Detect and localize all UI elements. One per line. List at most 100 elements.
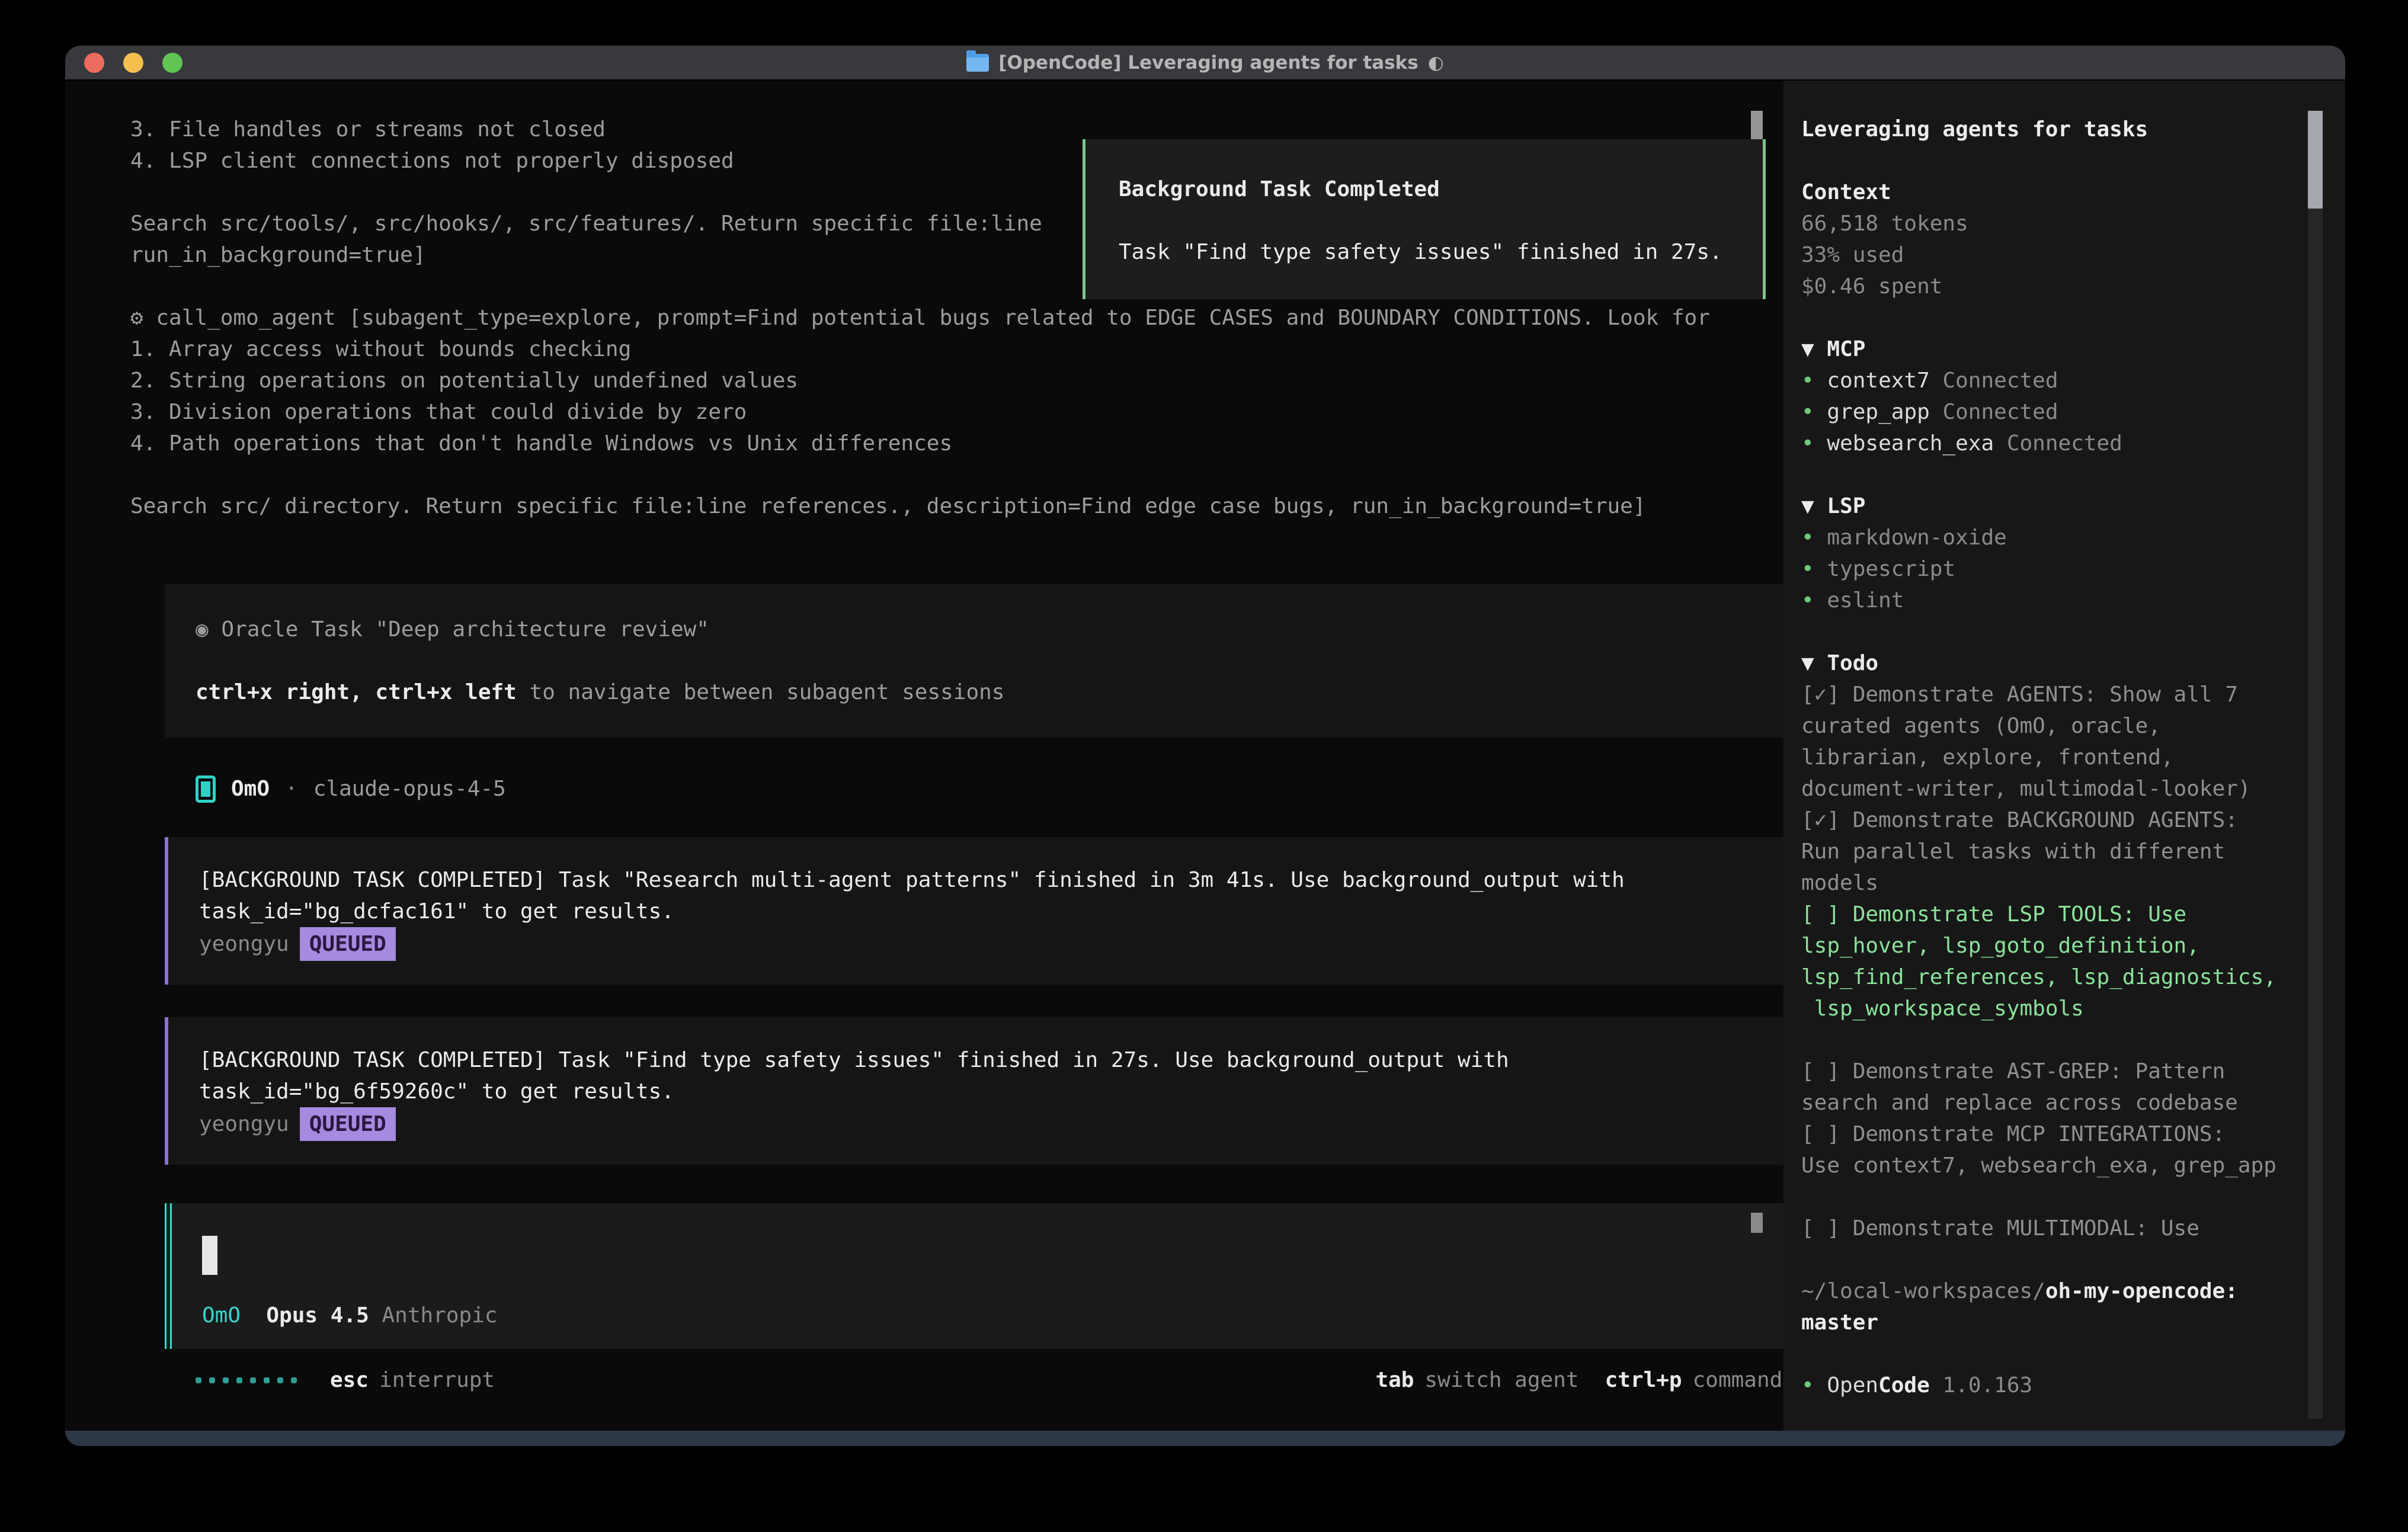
lsp-name: eslint (1827, 588, 1904, 613)
todo-heading[interactable]: ▼ Todo (1801, 648, 2345, 679)
background-task-message[interactable]: [BACKGROUND TASK COMPLETED] Task "Resear… (165, 837, 1808, 985)
lsp-item: • typescript (1801, 553, 2345, 585)
todo-item-line: [ ] Demonstrate MCP INTEGRATIONS: (1801, 1118, 2345, 1150)
esc-label: interrupt (379, 1364, 495, 1396)
oracle-title-line: ◉ Oracle Task "Deep architecture review" (196, 614, 1808, 645)
chat-area: 3. File handles or streams not closed4. … (65, 81, 1763, 1431)
chevron-down-icon[interactable]: ▼ (1801, 494, 1814, 518)
status-dot-icon: • (1801, 431, 1814, 456)
folder-icon (966, 54, 989, 72)
notification-title: Background Task Completed (1119, 174, 1763, 205)
sidebar-scrollbar-thumb[interactable] (2308, 111, 2323, 209)
ctrlp-label: commands (1693, 1364, 1795, 1396)
oracle-hint-line: ctrl+x right, ctrl+x left to navigate be… (196, 677, 1808, 708)
agent-header: OmO · claude-opus-4-5 (196, 773, 1763, 805)
input-meta: OmO Opus 4.5 Anthropic (202, 1300, 498, 1331)
mcp-item: • grep_app Connected (1801, 396, 2345, 428)
input-model[interactable]: Opus 4.5 (266, 1300, 369, 1331)
activity-dot (236, 1377, 242, 1383)
sidebar: Leveraging agents for tasks Context 66,5… (1783, 81, 2345, 1431)
mcp-heading[interactable]: ▼ MCP (1801, 334, 2345, 365)
status-dot-icon: • (1801, 557, 1814, 581)
oracle-task-box[interactable]: ◉ Oracle Task "Deep architecture review"… (165, 584, 1808, 738)
lsp-list: • markdown-oxide• typescript• eslint (1801, 522, 2345, 616)
lsp-heading[interactable]: ▼ LSP (1801, 491, 2345, 522)
activity-dot (209, 1377, 215, 1383)
mcp-status: Connected (2007, 431, 2122, 456)
task-author: yeongyu (199, 932, 289, 956)
status-badge: QUEUED (300, 927, 396, 961)
chat-scrollbar-end[interactable] (1751, 1213, 1763, 1233)
desktop: [OpenCode] Leveraging agents for tasks ◐… (0, 0, 2408, 1532)
activity-dot (291, 1377, 297, 1383)
task-line: [BACKGROUND TASK COMPLETED] Task "Resear… (199, 864, 1808, 896)
task-message-list: [BACKGROUND TASK COMPLETED] Task "Resear… (130, 837, 1763, 1165)
todo-item-line: lsp_hover, lsp_goto_definition, (1801, 930, 2345, 961)
todo-item-line: [✓] Demonstrate AGENTS: Show all 7 (1801, 679, 2345, 710)
activity-dot (250, 1377, 256, 1383)
tool-call-item: 4. Path operations that don't handle Win… (130, 428, 1763, 459)
todo-item-line: lsp_find_references, lsp_diagnostics, (1801, 961, 2345, 993)
context-heading: Context (1801, 177, 2345, 208)
workspace-path: ~/local-workspaces/oh-my-opencode: (1801, 1275, 2345, 1307)
lsp-name: markdown-oxide (1827, 525, 2006, 550)
todo-item-line: librarian, explore, frontend, (1801, 742, 2345, 773)
todo-gap (1801, 1024, 2345, 1056)
chevron-down-icon[interactable]: ▼ (1801, 337, 1814, 361)
context-stat: $0.46 spent (1801, 271, 2345, 302)
agent-icon (196, 775, 216, 803)
activity-dots (196, 1377, 297, 1383)
tool-call-block: ⚙ call_omo_agent [subagent_type=explore,… (130, 302, 1763, 522)
lsp-name: typescript (1827, 557, 1955, 581)
tool-call-footer (130, 459, 1763, 491)
prompt-input[interactable]: OmO Opus 4.5 Anthropic (165, 1203, 1828, 1349)
activity-dot (196, 1377, 201, 1383)
separator-dot: · (285, 773, 298, 805)
session-title: Leveraging agents for tasks (1801, 114, 2345, 145)
tool-call-item: 1. Array access without bounds checking (130, 334, 1763, 365)
input-provider: Anthropic (382, 1300, 497, 1331)
mcp-name: grep_app (1827, 400, 1929, 424)
maximize-button[interactable] (162, 53, 182, 73)
text-cursor (202, 1236, 217, 1275)
version-row: • OpenCode 1.0.163 (1801, 1370, 2345, 1401)
chevron-down-icon[interactable]: ▼ (1801, 651, 1814, 675)
activity-dot (277, 1377, 283, 1383)
titlebar[interactable]: [OpenCode] Leveraging agents for tasks ◐ (65, 46, 2345, 81)
window-title: [OpenCode] Leveraging agents for tasks (998, 52, 1418, 73)
close-button[interactable] (84, 53, 104, 73)
agent-model: claude-opus-4-5 (313, 773, 506, 805)
mcp-list: • context7 Connected• grep_app Connected… (1801, 365, 2345, 459)
todo-item-line: lsp_workspace_symbols (1801, 993, 2345, 1024)
activity-dot (223, 1377, 229, 1383)
todo-item-line: search and replace across codebase (1801, 1087, 2345, 1118)
todo-gap (1801, 1181, 2345, 1213)
mcp-status: Connected (1942, 400, 2058, 424)
background-task-message[interactable]: [BACKGROUND TASK COMPLETED] Task "Find t… (165, 1017, 1808, 1165)
tool-call-item: 2. String operations on potentially unde… (130, 365, 1763, 396)
esc-key-hint[interactable]: esc (330, 1364, 369, 1396)
input-agent-name[interactable]: OmO (202, 1300, 241, 1331)
context-stats: 66,518 tokens33% used$0.46 spent (1801, 208, 2345, 302)
status-badge: QUEUED (300, 1107, 396, 1141)
status-dot-icon: • (1801, 525, 1814, 550)
activity-dot (264, 1377, 270, 1383)
sidebar-scrollbar[interactable] (2308, 111, 2323, 1419)
moon-icon: ◐ (1428, 52, 1444, 73)
context-stat: 66,518 tokens (1801, 208, 2345, 239)
status-dot-icon: • (1801, 368, 1814, 393)
tab-key-hint[interactable]: tab (1375, 1364, 1414, 1396)
context-stat: 33% used (1801, 239, 2345, 271)
ctrlp-key-hint[interactable]: ctrl+p (1605, 1364, 1682, 1396)
notification-toast[interactable]: Background Task Completed Task "Find typ… (1083, 139, 1766, 299)
oracle-title: Oracle Task "Deep architecture review" (221, 617, 709, 642)
mcp-name: context7 (1827, 368, 1929, 393)
tool-call-item: 3. Division operations that could divide… (130, 396, 1763, 428)
todo-item-line: models (1801, 867, 2345, 899)
terminal-content: 3. File handles or streams not closed4. … (65, 81, 2345, 1431)
status-dot-icon: • (1801, 1373, 1814, 1398)
task-line: task_id="bg_dcfac161" to get results. (199, 896, 1808, 927)
todo-item-line: [ ] Demonstrate MULTIMODAL: Use (1801, 1213, 2345, 1244)
task-line: task_id="bg_6f59260c" to get results. (199, 1076, 1808, 1107)
minimize-button[interactable] (123, 53, 143, 73)
